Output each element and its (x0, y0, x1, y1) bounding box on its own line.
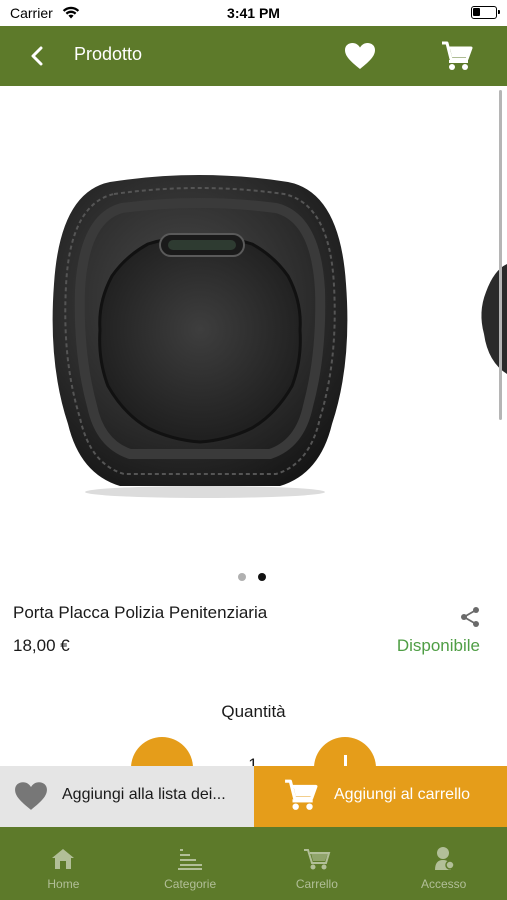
battery-icon (471, 6, 500, 19)
product-name: Porta Placca Polizia Penitenziaria (13, 603, 268, 622)
carousel-dot[interactable] (238, 573, 246, 581)
availability-status: Disponibile (396, 636, 480, 655)
back-button[interactable] (20, 40, 54, 72)
tab-label: Home (47, 877, 80, 891)
quantity-label: Quantità (221, 702, 286, 721)
user-icon (430, 846, 458, 872)
cart-button[interactable] (438, 38, 476, 74)
tab-home[interactable]: Home (0, 827, 127, 900)
tab-bar: Home Categorie Carrello Accesso (0, 827, 507, 900)
tab-categories[interactable]: Categorie (127, 827, 254, 900)
categories-icon (176, 846, 204, 872)
carousel-page-dots[interactable] (238, 573, 266, 581)
share-icon (461, 607, 479, 627)
share-button[interactable] (456, 604, 484, 630)
app-header: Prodotto (0, 26, 507, 86)
status-time: 3:41 PM (227, 5, 280, 21)
cart-icon (303, 846, 331, 872)
tab-account[interactable]: Accesso (380, 827, 507, 900)
favorite-button[interactable] (342, 38, 378, 74)
product-image (52, 175, 348, 498)
product-price: 18,00 € (13, 636, 70, 655)
tab-cart[interactable]: Carrello (254, 827, 381, 900)
tab-label: Carrello (295, 877, 338, 891)
tab-label: Categorie (164, 877, 217, 891)
status-bar: Carrier 3:41 PM (0, 0, 507, 26)
add-to-cart-button[interactable]: Aggiungi al carrello (254, 766, 507, 827)
chevron-left-icon (31, 46, 43, 66)
tab-label: Accesso (420, 877, 467, 891)
scroll-indicator (499, 90, 502, 420)
wishlist-button-label: Aggiungi alla lista dei... (62, 786, 226, 803)
cart-icon (442, 41, 473, 70)
heart-icon (345, 43, 375, 69)
page-title: Prodotto (74, 44, 143, 64)
home-icon (49, 846, 77, 872)
cart-icon (285, 779, 318, 810)
add-to-cart-label: Aggiungi al carrello (334, 786, 471, 803)
add-to-wishlist-button[interactable]: Aggiungi alla lista dei... (0, 766, 254, 827)
next-image-preview (481, 264, 507, 374)
battery-level (473, 8, 480, 16)
heart-icon (15, 782, 47, 810)
carousel-dot-active[interactable] (258, 573, 266, 581)
product-image-carousel[interactable] (0, 86, 507, 566)
